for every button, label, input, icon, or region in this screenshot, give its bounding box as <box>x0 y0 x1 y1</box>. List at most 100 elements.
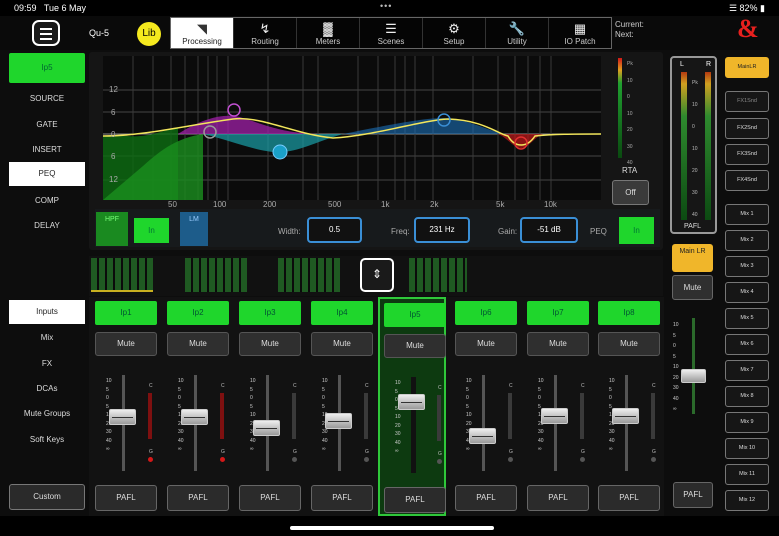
gain-value[interactable]: -51 dB <box>520 217 578 243</box>
mix-button-mix4[interactable]: Mix 4 <box>725 282 769 303</box>
hpf-in-button[interactable]: In <box>134 218 169 243</box>
mix-button-fx4snd[interactable]: FX4Snd <box>725 170 769 191</box>
freq-value[interactable]: 231 Hz <box>414 217 470 243</box>
layer-inputs[interactable]: Inputs <box>9 300 85 324</box>
channel-select-button[interactable]: Ip6 <box>455 301 517 325</box>
clip-label: C <box>581 383 585 389</box>
nav-gate[interactable]: GATE <box>9 120 85 129</box>
pafl-button[interactable]: PAFL <box>455 485 517 511</box>
channel-select-button[interactable]: Ip1 <box>95 301 157 325</box>
rta-off-button[interactable]: Off <box>612 180 649 205</box>
gate-indicator <box>148 457 153 462</box>
pafl-button[interactable]: PAFL <box>384 487 446 513</box>
meter-bank-4[interactable] <box>409 258 467 292</box>
tab-io-patch[interactable]: ▦ IO Patch <box>549 18 611 48</box>
channel-select-button[interactable]: Ip7 <box>527 301 589 325</box>
home-indicator[interactable] <box>290 526 494 530</box>
fader-track <box>411 377 416 473</box>
mix-button-mix7[interactable]: Mix 7 <box>725 360 769 381</box>
mute-button[interactable]: Mute <box>167 332 229 356</box>
clip-label: C <box>293 383 297 389</box>
right-channel-label: R <box>706 61 712 68</box>
pafl-button[interactable]: PAFL <box>311 485 373 511</box>
channel-select-button[interactable]: Ip5 <box>384 303 446 327</box>
channel-select-button[interactable]: Ip3 <box>239 301 301 325</box>
mix-button-mix1[interactable]: Mix 1 <box>725 204 769 225</box>
mix-button-mix9[interactable]: Mix 9 <box>725 412 769 433</box>
mix-button-mix6[interactable]: Mix 6 <box>725 334 769 355</box>
meter-bank-1[interactable] <box>91 258 153 292</box>
rta-meter <box>618 58 622 158</box>
fader-handle[interactable] <box>469 428 496 444</box>
pafl-button[interactable]: PAFL <box>167 485 229 511</box>
nav-peq[interactable]: PEQ <box>9 162 85 186</box>
tab-utility[interactable]: 🔧 Utility <box>486 18 549 48</box>
layer-mute-groups[interactable]: Mute Groups <box>9 409 85 418</box>
fader-handle[interactable] <box>612 408 639 424</box>
pafl-button[interactable]: PAFL <box>95 485 157 511</box>
mix-button-mix3[interactable]: Mix 3 <box>725 256 769 277</box>
eq-graph[interactable] <box>103 56 601 200</box>
fader-handle[interactable] <box>398 394 425 410</box>
channel-select-button[interactable]: Ip4 <box>311 301 373 325</box>
lm-button[interactable]: LM <box>180 212 208 246</box>
mute-button[interactable]: Mute <box>455 332 517 356</box>
selected-channel-button[interactable]: Ip5 <box>9 53 85 83</box>
mix-button-mix11[interactable]: Mix 11 <box>725 464 769 485</box>
library-button[interactable]: Lib <box>137 22 161 46</box>
master-pafl-button[interactable]: PAFL <box>673 482 713 508</box>
fader-handle[interactable] <box>109 409 136 425</box>
device-name: Qu-5 <box>89 28 110 38</box>
width-value[interactable]: 0.5 <box>307 217 362 243</box>
main-pafl-label[interactable]: PAFL <box>684 223 701 230</box>
layer-mix[interactable]: Mix <box>9 333 85 342</box>
custom-button[interactable]: Custom <box>9 484 85 510</box>
mix-button-fx2snd[interactable]: FX2Snd <box>725 118 769 139</box>
pafl-button[interactable]: PAFL <box>527 485 589 511</box>
tab-meters[interactable]: ▓ Meters <box>297 18 360 48</box>
mix-button-mix2[interactable]: Mix 2 <box>725 230 769 251</box>
menu-button[interactable] <box>32 20 60 46</box>
channel-select-button[interactable]: Ip8 <box>598 301 660 325</box>
peq-in-button[interactable]: In <box>619 217 654 244</box>
mute-button[interactable]: Mute <box>239 332 301 356</box>
channel-select-button[interactable]: Ip2 <box>167 301 229 325</box>
mix-button-fx3snd[interactable]: FX3Snd <box>725 144 769 165</box>
mix-button-mainlr[interactable]: MainLR <box>725 57 769 78</box>
bank-scroll-button[interactable]: ⇕ <box>360 258 394 292</box>
master-fader-handle[interactable] <box>681 369 706 383</box>
mix-button-mix10[interactable]: Mix 10 <box>725 438 769 459</box>
fader-handle[interactable] <box>253 420 280 436</box>
pafl-button[interactable]: PAFL <box>239 485 301 511</box>
layer-dcas[interactable]: DCAs <box>9 384 85 393</box>
mute-button[interactable]: Mute <box>527 332 589 356</box>
nav-comp[interactable]: COMP <box>9 196 85 205</box>
layer-soft-keys[interactable]: Soft Keys <box>9 435 85 444</box>
tab-scenes[interactable]: ☰ Scenes <box>360 18 423 48</box>
mute-button[interactable]: Mute <box>311 332 373 356</box>
tab-routing[interactable]: ↯ Routing <box>234 18 297 48</box>
master-mute-button[interactable]: Mute <box>672 275 713 300</box>
fader-handle[interactable] <box>325 413 352 429</box>
mix-button-mix5[interactable]: Mix 5 <box>725 308 769 329</box>
hpf-button[interactable]: HPF <box>96 212 128 246</box>
meter-bank-3[interactable] <box>278 258 340 292</box>
mix-button-fx1snd[interactable]: FX1Snd <box>725 91 769 112</box>
channel-strip: Ip6 Mute 1050510203040∞ C G PAFL <box>451 297 519 516</box>
nav-delay[interactable]: DELAY <box>9 221 85 230</box>
fader-handle[interactable] <box>181 409 208 425</box>
mute-button[interactable]: Mute <box>384 334 446 358</box>
pafl-button[interactable]: PAFL <box>598 485 660 511</box>
fader-handle[interactable] <box>541 408 568 424</box>
main-lr-button[interactable]: Main LR <box>672 244 713 272</box>
meter-bank-2[interactable] <box>185 258 247 292</box>
tab-setup[interactable]: ⚙ Setup <box>423 18 486 48</box>
layer-fx[interactable]: FX <box>9 359 85 368</box>
tab-processing[interactable]: ◥ Processing <box>171 18 234 48</box>
nav-insert[interactable]: INSERT <box>9 145 85 154</box>
mute-button[interactable]: Mute <box>598 332 660 356</box>
mute-button[interactable]: Mute <box>95 332 157 356</box>
mix-button-mix12[interactable]: Mix 12 <box>725 490 769 511</box>
nav-source[interactable]: SOURCE <box>9 94 85 103</box>
mix-button-mix8[interactable]: Mix 8 <box>725 386 769 407</box>
